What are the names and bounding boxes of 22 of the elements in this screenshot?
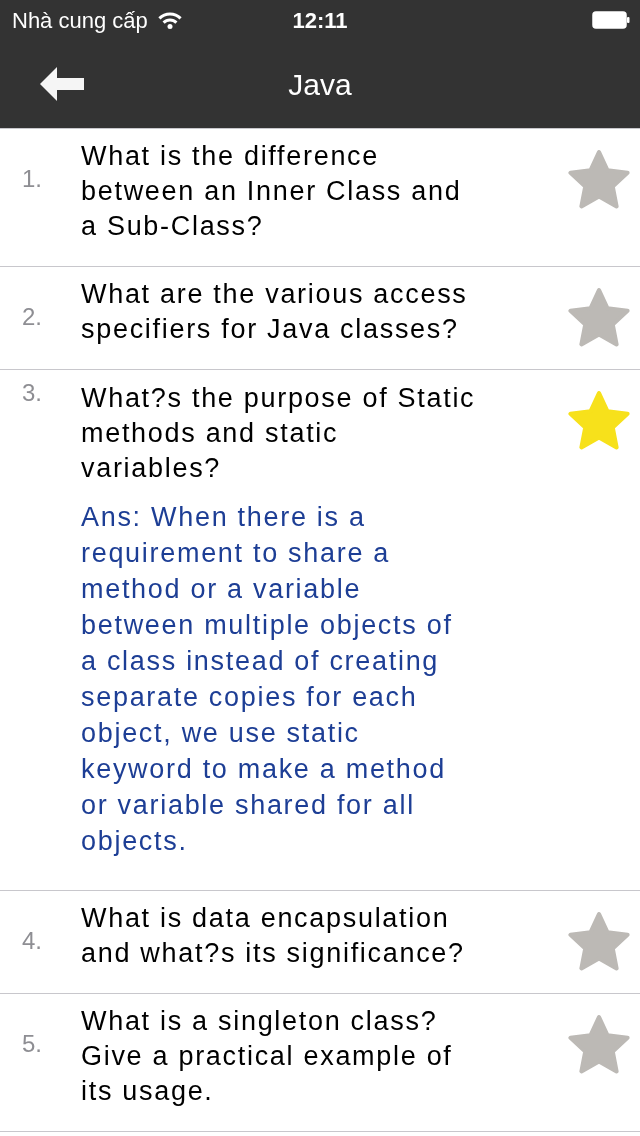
question-number: 4. xyxy=(22,927,42,955)
question-text[interactable]: What?s the purpose of Static methods and static variables? xyxy=(81,381,485,486)
question-number: 3. xyxy=(22,379,42,407)
question-number: 2. xyxy=(22,303,42,331)
star-icon[interactable] xyxy=(568,149,630,209)
screen-title: Java xyxy=(288,66,352,103)
wifi-icon xyxy=(157,11,182,29)
status-time: 12:11 xyxy=(292,6,348,35)
star-icon[interactable] xyxy=(568,911,630,971)
answer-text: Ans: When there is a requirement to share a method or a variable between multiple objects of a class instead of creating separate copies for each object, we use static keyword to make a method or variable shared for all objects. xyxy=(81,501,454,858)
question-text[interactable]: What are the various access specifiers for Java classes? xyxy=(81,277,485,347)
star-icon[interactable] xyxy=(568,287,630,347)
left-arrow-icon xyxy=(40,67,84,101)
carrier-name: Nhà cung cấp xyxy=(12,6,148,35)
question-number: 5. xyxy=(22,1030,42,1058)
star-icon[interactable] xyxy=(568,390,630,450)
question-number: 1. xyxy=(22,165,42,193)
question-text[interactable]: What is the difference between an Inner Class and a Sub-Class? xyxy=(81,139,485,244)
star-icon[interactable] xyxy=(568,1014,630,1074)
question-text[interactable]: What is a singleton class? Give a practical example of its usage. xyxy=(81,1004,485,1109)
battery-icon xyxy=(592,11,630,29)
question-text[interactable]: What is data encapsulation and what?s its significance? xyxy=(81,901,485,971)
